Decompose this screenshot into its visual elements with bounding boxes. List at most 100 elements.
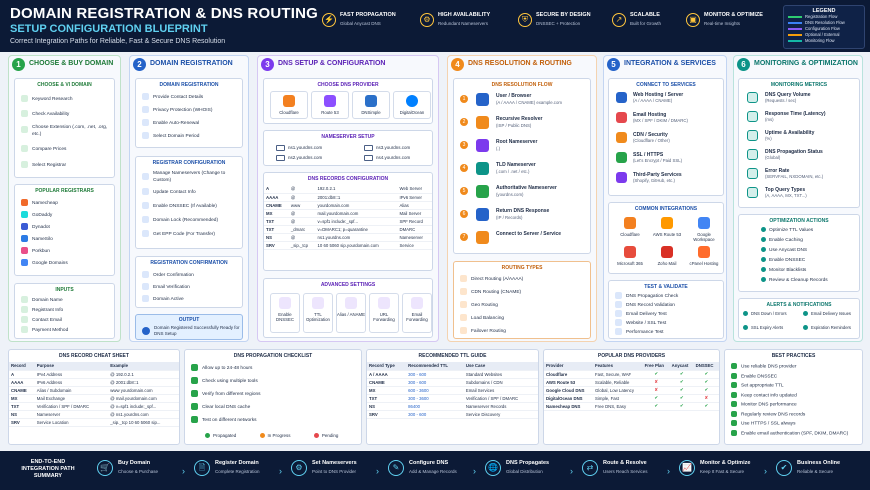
setting-email-forwarding[interactable]: Email Forwarding: [402, 293, 432, 333]
summary-step: 🛒 Buy Domain Choose & Purchase: [97, 457, 187, 485]
flow-step-number: 4: [460, 164, 468, 172]
feature-secure: ⛨ SECURE BY DESIGN DNSSEC + Protection: [518, 9, 598, 41]
table-row: AAAA IPv6 Address @ 2001:db8::1: [9, 378, 179, 387]
best-practice-item: Set appropriate TTL: [731, 382, 784, 390]
arrow-icon: ›: [667, 466, 670, 476]
flow-step-title: Recursive Resolver: [496, 116, 543, 122]
integration-cloudflare[interactable]: Cloudflare: [613, 214, 647, 241]
table-row: Namecheap DNS Free DNS, Easy ✔ ✔ ✔: [544, 402, 719, 411]
cloudflare-logo: [283, 95, 295, 107]
dns-record-row: CNAME www yourdomain.com Alias: [264, 201, 432, 210]
list-item: Payment Method: [21, 326, 68, 334]
check-icon: [615, 310, 622, 317]
arrow-icon: ›: [570, 466, 573, 476]
check-icon: [731, 410, 737, 417]
server-icon: [142, 173, 149, 180]
registrar-namesilo[interactable]: NameSilo: [21, 235, 53, 243]
setting-dnssec[interactable]: Enable DNSSEC: [270, 293, 300, 333]
dns-record-row: TXT _dmarc v=DMARC1; p=quarantine DMARC: [264, 225, 432, 234]
cart-icon: [21, 161, 28, 168]
route-icon: [460, 275, 467, 282]
check-icon: [731, 429, 737, 436]
cloudflare-logo: [624, 217, 636, 229]
integration-zoho[interactable]: Zoho Mail: [650, 243, 684, 270]
user-icon: [142, 188, 149, 195]
setting-alias[interactable]: Alias / ANAME: [336, 293, 366, 333]
setting-ttl[interactable]: TTL Optimization: [303, 293, 333, 333]
flow-step-icon: [476, 116, 489, 129]
checklist-item: Allow up to 24-48 hours: [191, 364, 252, 372]
metric-icon: [747, 92, 758, 103]
table-row: SRV Service Location _sip._tcp 10 60 5060 …: [9, 418, 179, 427]
check-icon: [761, 277, 766, 283]
registrar-namecheap[interactable]: Namecheap: [21, 199, 58, 207]
summary-step-icon: ✔: [776, 460, 792, 476]
link-icon: [345, 297, 357, 309]
porkbun-logo: [21, 247, 28, 254]
feature-fast-propagation: ⚡ FAST PROPAGATION Global Anycast DNS: [322, 9, 402, 41]
page-title: DOMAIN REGISTRATION & DNS ROUTING: [10, 5, 318, 22]
registrar-porkbun[interactable]: Porkbun: [21, 247, 50, 255]
checkbox-icon: [191, 390, 198, 397]
provider-digitalocean[interactable]: DigitalOcean: [393, 91, 431, 119]
integration-microsoft365[interactable]: Microsoft 365: [613, 243, 647, 270]
registrar-dynadot[interactable]: Dynadot: [21, 223, 50, 231]
summary-step-icon: 🗎: [194, 460, 210, 476]
list-item: Compare Prices: [21, 145, 66, 153]
table-row: NS 86400 Nameserver Records: [367, 402, 538, 411]
list-item: Select Registrar: [21, 161, 66, 169]
integration-cpanel[interactable]: cPanel Hosting: [687, 243, 721, 270]
output-box: OUTPUT Domain Registered Successfully Re…: [135, 314, 243, 340]
check-icon: [615, 319, 622, 326]
globe-icon: [460, 301, 467, 308]
dns-record-row: A @192.0.2.1 Web Server: [264, 185, 432, 194]
metric-sub: (ms): [765, 117, 774, 122]
provider-route53[interactable]: Route 53: [311, 91, 349, 119]
checkbox-icon: [191, 364, 198, 371]
mail-icon: [142, 283, 149, 290]
table-row: A / AAAA 300 - 600 Standard Websites: [367, 370, 538, 379]
shield-icon: ⛨: [518, 13, 532, 27]
summary-step-icon: 📈: [679, 460, 695, 476]
service-icon: [616, 152, 627, 163]
nameserver-item: ns1.yourdns.com: [276, 145, 322, 151]
dns-record-row: NS @ ns1.yourdns.com Nameserver: [264, 233, 432, 242]
setting-url-forwarding[interactable]: URL Forwarding: [369, 293, 399, 333]
arrow-icon: ›: [764, 466, 767, 476]
column-header: 2 DOMAIN REGISTRATION: [130, 56, 248, 73]
integration-google-workspace[interactable]: Google Workspace: [687, 214, 721, 242]
integration-route53[interactable]: AWS Route 53: [650, 214, 684, 241]
providers-table: Provider Features Free Plan Anycast DNSSEC Cl…: [544, 362, 719, 411]
check-icon: [731, 382, 737, 388]
list-item: DNS Propagation Check: [615, 292, 678, 300]
arrow-icon: ›: [376, 466, 379, 476]
flow-step-title: Root Nameserver: [496, 139, 538, 145]
page-tagline: Correct Integration Paths for Reliable, …: [10, 38, 226, 45]
dns-records-box: DNS RECORDS CONFIGURATION A @192.0.2.1 Web…: [263, 172, 433, 271]
inputs-box: INPUTS Domain Name Registrant Info Conta…: [14, 283, 115, 339]
dynadot-logo: [21, 223, 28, 230]
list-item: Provide Contact Details: [142, 93, 203, 101]
provider-dnsimple[interactable]: DNSimple: [352, 91, 390, 119]
network-icon: ⚙: [420, 13, 434, 27]
column-header: 5 INTEGRATION & SERVICES: [604, 56, 726, 73]
summary-step-icon: 🛒: [97, 460, 113, 476]
best-practice-item: Monitor DNS performance: [731, 401, 797, 409]
registrar-godaddy[interactable]: GoDaddy: [21, 211, 52, 219]
table-row: CNAME 300 - 600 Subdomains / CDN: [367, 378, 538, 387]
page-subtitle: SETUP CONFIGURATION BLUEPRINT: [10, 23, 208, 35]
alerts-box: ALERTS & NOTIFICATIONS DNS Down / Errors…: [738, 298, 860, 339]
google-logo: [698, 217, 710, 229]
list-item: CDN Routing (CNAME): [460, 288, 521, 296]
check-icon: [761, 257, 766, 263]
feature-monitor: ▣ MONITOR & OPTIMIZE Real-time Insights: [686, 9, 766, 41]
registrar-google-domains[interactable]: Google Domains: [21, 259, 68, 267]
list-item: Email Verification: [142, 283, 190, 291]
summary-step-icon: ⇄: [582, 460, 598, 476]
provider-cloudflare[interactable]: Cloudflare: [270, 91, 308, 119]
cheat-sheet-table: Record Purpose Example A IPv4 Address @ 192.0…: [9, 362, 179, 427]
alert-item: Email Delivery Issues: [803, 310, 851, 318]
list-item: Domain Active: [142, 295, 184, 303]
lock-icon: [142, 216, 149, 223]
metric-sub: (SERVFAIL, NXDOMAIN, etc.): [765, 174, 824, 179]
